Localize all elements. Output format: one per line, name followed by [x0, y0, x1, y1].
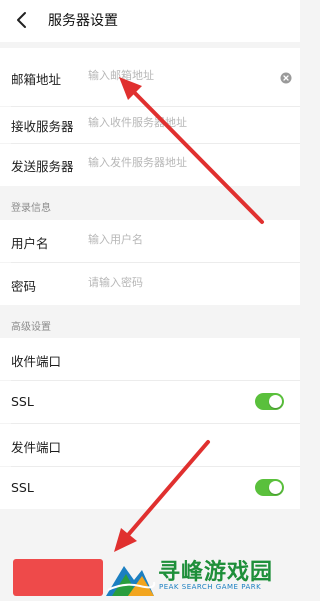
outgoing-ssl-toggle[interactable]: [255, 479, 284, 496]
outgoing-ssl-label: SSL: [11, 480, 34, 495]
watermark-subtitle: PEAK SEARCH GAME PARK: [159, 583, 262, 591]
mountain-logo-icon: [106, 566, 156, 596]
back-arrow-icon[interactable]: [12, 10, 32, 30]
username-label: 用户名: [11, 236, 49, 251]
outgoing-server-row[interactable]: 发送服务器: [0, 144, 300, 186]
server-settings-screen: 服务器设置 邮箱地址 接收服务器 发送服务器 登录信息 用户名 密码 高级设置 …: [0, 0, 300, 601]
outgoing-port-row[interactable]: 发件端口: [0, 424, 300, 466]
watermark-logo: 寻峰游戏园 PEAK SEARCH GAME PARK: [104, 552, 300, 601]
password-row[interactable]: 密码: [0, 263, 300, 305]
username-input[interactable]: [88, 233, 268, 246]
password-input[interactable]: [88, 276, 268, 289]
top-bar: 服务器设置: [0, 0, 300, 42]
login-info-section-title: 登录信息: [11, 203, 51, 214]
username-row[interactable]: 用户名: [0, 220, 300, 262]
outgoing-server-label: 发送服务器: [11, 159, 74, 174]
toggle-knob: [269, 481, 282, 494]
incoming-server-input[interactable]: [88, 116, 268, 129]
outgoing-ssl-row: SSL: [0, 467, 300, 509]
email-address-input[interactable]: [88, 69, 268, 82]
clear-input-icon[interactable]: [280, 72, 292, 84]
watermark-title: 寻峰游戏园: [158, 560, 274, 585]
incoming-port-label: 收件端口: [11, 354, 62, 369]
toggle-knob: [269, 395, 282, 408]
incoming-ssl-label: SSL: [11, 394, 34, 409]
save-button[interactable]: [13, 559, 103, 596]
advanced-settings-section-title: 高级设置: [11, 322, 51, 333]
page-title: 服务器设置: [48, 13, 118, 29]
incoming-ssl-row: SSL: [0, 381, 300, 423]
incoming-server-row[interactable]: 接收服务器: [0, 107, 300, 143]
incoming-server-label: 接收服务器: [11, 119, 74, 134]
email-address-row[interactable]: 邮箱地址: [0, 48, 300, 106]
outgoing-port-label: 发件端口: [11, 440, 62, 455]
outgoing-server-input[interactable]: [88, 156, 268, 169]
incoming-port-row[interactable]: 收件端口: [0, 338, 300, 380]
annotation-arrowhead-bottom: [114, 528, 137, 552]
password-label: 密码: [11, 279, 37, 294]
email-address-label: 邮箱地址: [11, 72, 62, 87]
incoming-ssl-toggle[interactable]: [255, 393, 284, 410]
